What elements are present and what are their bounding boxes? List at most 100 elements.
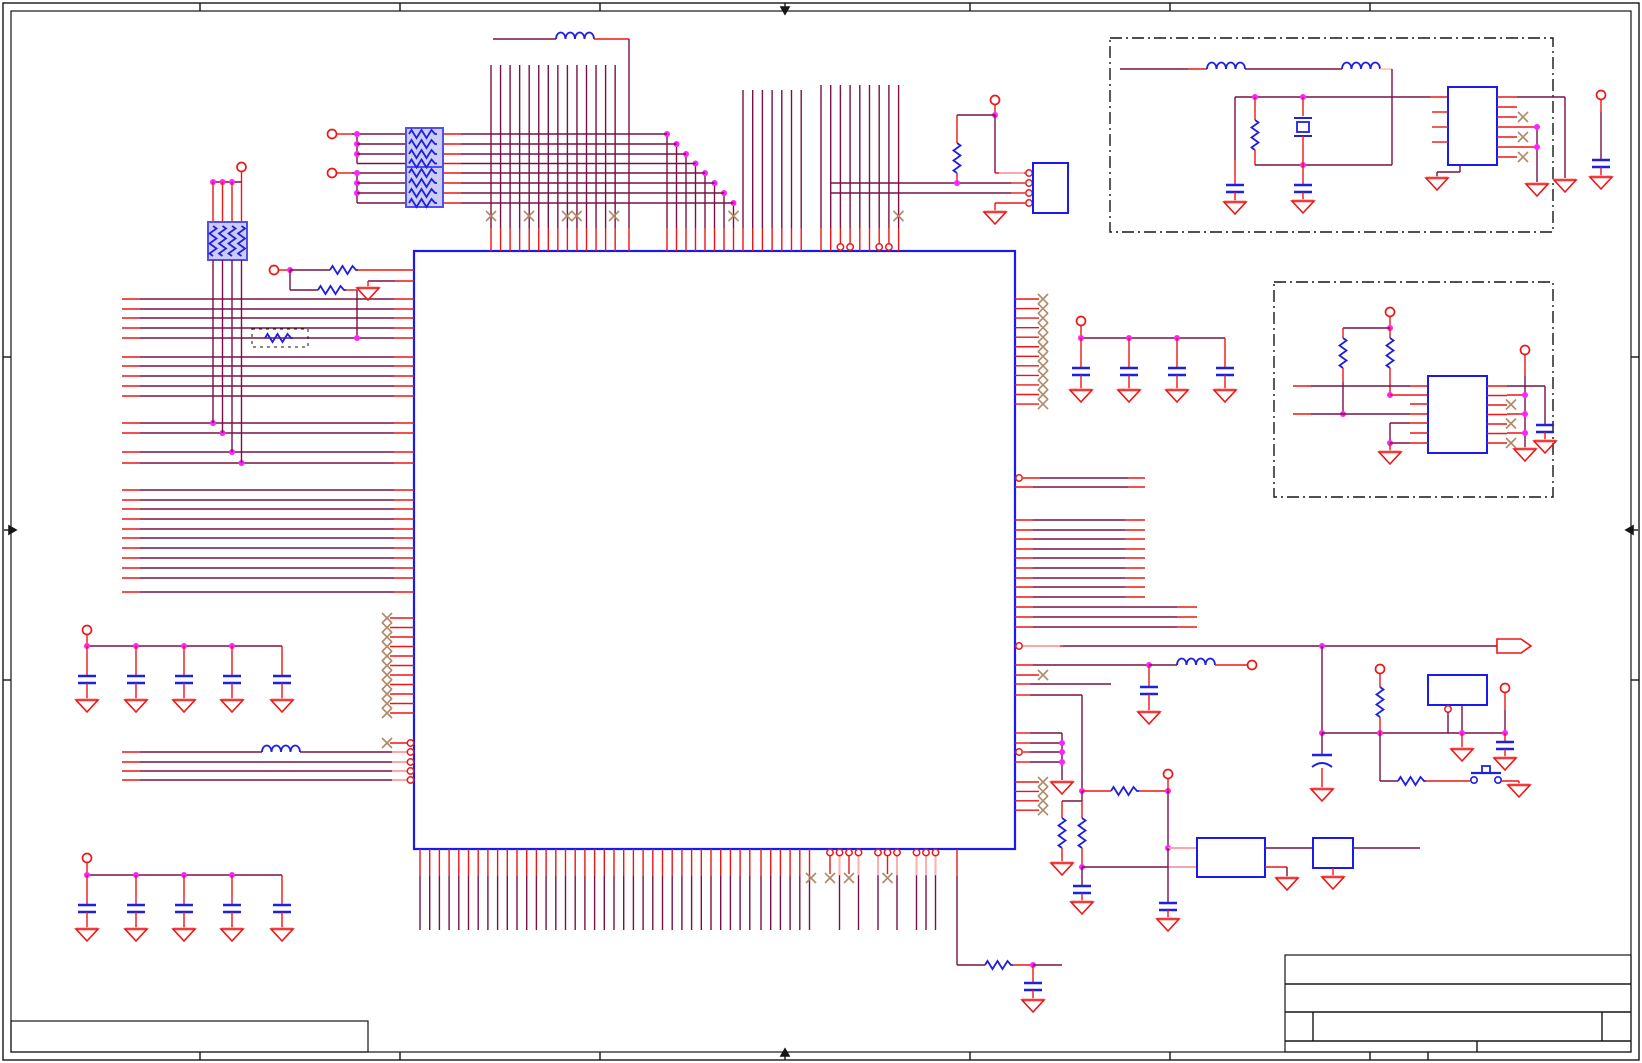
resistor[interactable]	[1110, 786, 1140, 796]
ground-symbol	[1552, 178, 1578, 194]
power-pin[interactable]	[326, 167, 338, 179]
capacitor[interactable]	[271, 674, 293, 685]
main-ic[interactable]	[412, 249, 1017, 851]
button-terminal[interactable]	[1470, 775, 1479, 784]
power-pin[interactable]	[268, 264, 280, 276]
inductor[interactable]	[261, 744, 301, 753]
capacitor[interactable]	[1071, 884, 1093, 895]
capacitor[interactable]	[1214, 366, 1236, 377]
capacitor[interactable]	[221, 674, 243, 685]
off-page-connector[interactable]	[1496, 638, 1533, 654]
capacitor[interactable]	[221, 903, 243, 914]
power-pin[interactable]	[81, 852, 93, 864]
resistor[interactable]	[1057, 817, 1067, 849]
secondary-ic[interactable]	[1427, 375, 1488, 454]
inductor[interactable]	[1341, 61, 1381, 70]
power-pin[interactable]	[1595, 89, 1607, 101]
pin-circle	[406, 758, 415, 766]
no-connect-x	[1517, 151, 1529, 163]
junction-dot	[354, 170, 360, 176]
resistor[interactable]	[984, 960, 1014, 970]
frame-arrow-bottom	[779, 1047, 791, 1057]
capacitor[interactable]	[1022, 981, 1044, 992]
capacitor[interactable]	[1118, 366, 1140, 377]
capacitor[interactable]	[76, 903, 98, 914]
pin-circle	[846, 243, 855, 251]
capacitor[interactable]	[173, 674, 195, 685]
ground-symbol	[982, 210, 1008, 226]
power-pin[interactable]	[236, 161, 247, 173]
osc-ic[interactable]	[1447, 86, 1498, 166]
ground-symbol	[74, 698, 100, 714]
resistor[interactable]	[1250, 119, 1260, 151]
no-connect-x	[881, 872, 894, 884]
capacitor[interactable]	[76, 674, 98, 685]
ground-symbol	[1069, 900, 1095, 916]
power-pin[interactable]	[1384, 306, 1396, 318]
ground-symbol	[1377, 450, 1403, 466]
capacitor[interactable]	[173, 903, 195, 914]
ground-symbol	[123, 698, 149, 714]
regulator-ic-2[interactable]	[1312, 837, 1354, 869]
capacitor[interactable]	[125, 903, 147, 914]
title-block[interactable]	[1284, 954, 1632, 1053]
polarized-capacitor[interactable]	[1310, 753, 1334, 769]
capacitor[interactable]	[1157, 901, 1179, 912]
inductor[interactable]	[1206, 61, 1246, 70]
no-connect-x	[824, 872, 836, 884]
no-connect-x	[1037, 398, 1049, 410]
power-pin[interactable]	[1519, 344, 1531, 356]
power-pin[interactable]	[1246, 659, 1258, 671]
capacitor[interactable]	[1292, 183, 1314, 194]
connector-4pin[interactable]	[1032, 162, 1069, 214]
ground-symbol	[219, 698, 245, 714]
resistor[interactable]	[1338, 337, 1348, 369]
power-pin[interactable]	[1162, 768, 1174, 780]
inductor[interactable]	[1176, 657, 1216, 666]
capacitor[interactable]	[271, 903, 293, 914]
ground-symbol	[1506, 783, 1532, 799]
ground-symbol	[1309, 787, 1335, 803]
power-pin[interactable]	[1374, 663, 1386, 675]
junction-dot	[354, 131, 360, 137]
junction-dot	[354, 335, 360, 341]
resistor[interactable]	[1375, 686, 1385, 718]
power-pin[interactable]	[326, 128, 338, 140]
resistor[interactable]	[329, 265, 359, 275]
junction-dot	[1059, 740, 1065, 746]
resistor[interactable]	[317, 285, 347, 295]
crystal[interactable]	[1296, 121, 1310, 133]
regulator-ic-1[interactable]	[1196, 837, 1266, 878]
ground-symbol	[1155, 917, 1181, 933]
button-terminal[interactable]	[1494, 775, 1503, 784]
resistor[interactable]	[1077, 817, 1087, 849]
capacitor[interactable]	[1224, 183, 1246, 194]
pin-circle	[931, 848, 940, 857]
supervisor-ic[interactable]	[1427, 674, 1488, 706]
no-connect-x	[1037, 785, 1049, 798]
inductor[interactable]	[555, 31, 595, 40]
pin-circle	[883, 848, 892, 857]
capacitor[interactable]	[1138, 685, 1160, 696]
capacitor[interactable]	[1494, 740, 1516, 751]
capacitor[interactable]	[125, 674, 147, 685]
power-pin[interactable]	[1075, 315, 1087, 327]
ground-symbol	[74, 927, 100, 943]
capacitor[interactable]	[1070, 366, 1092, 377]
schematic-canvas	[2, 2, 1640, 1061]
no-connect-x	[1037, 388, 1049, 401]
resistor[interactable]	[1385, 337, 1395, 369]
no-connect-x	[1037, 302, 1049, 315]
resistor[interactable]	[1397, 776, 1427, 786]
power-pin[interactable]	[81, 624, 93, 636]
capacitor[interactable]	[1166, 366, 1188, 377]
pin-circle	[1015, 748, 1023, 756]
capacitor[interactable]	[1590, 158, 1612, 169]
no-connect-x	[1037, 360, 1049, 372]
pin-circle	[835, 848, 844, 857]
power-pin[interactable]	[1499, 682, 1511, 694]
capacitor[interactable]	[1534, 423, 1556, 434]
power-pin[interactable]	[989, 94, 1001, 106]
junction-dot	[1534, 144, 1540, 150]
resistor[interactable]	[952, 142, 962, 174]
